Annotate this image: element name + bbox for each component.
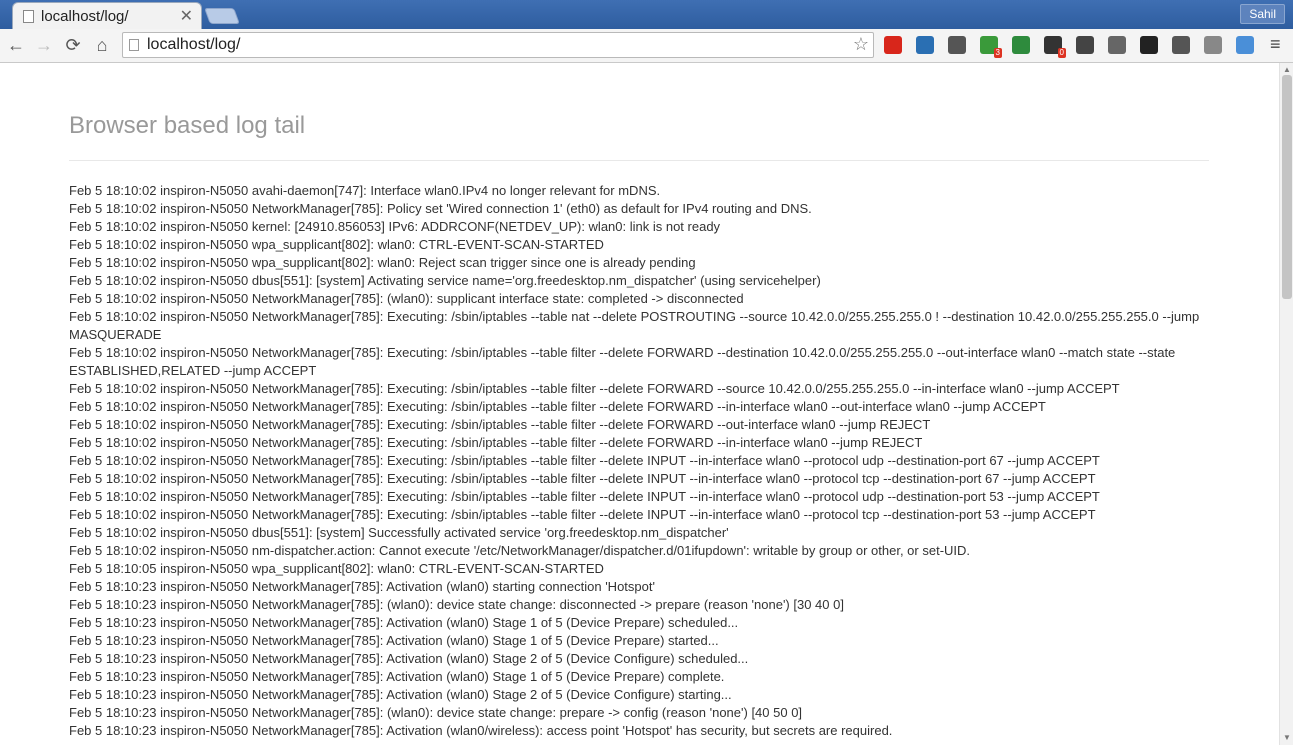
- reload-button[interactable]: ⟳: [63, 35, 83, 55]
- log-line: Feb 5 18:10:02 inspiron-N5050 NetworkMan…: [69, 345, 1179, 378]
- log-line: Feb 5 18:10:23 inspiron-N5050 NetworkMan…: [69, 669, 725, 684]
- log-line: Feb 5 18:10:23 inspiron-N5050 NetworkMan…: [69, 687, 732, 702]
- scrollbar-thumb[interactable]: [1282, 75, 1292, 299]
- green-ext-icon[interactable]: 3: [980, 36, 1002, 58]
- vertical-scrollbar[interactable]: ▲ ▼: [1279, 63, 1293, 745]
- log-line: Feb 5 18:10:02 inspiron-N5050 NetworkMan…: [69, 399, 1046, 414]
- scroll-up-icon[interactable]: ▲: [1282, 65, 1292, 75]
- log-line: Feb 5 18:10:23 inspiron-N5050 NetworkMan…: [69, 705, 803, 720]
- log-line: Feb 5 18:10:23 inspiron-N5050 NetworkMan…: [69, 723, 893, 738]
- log-line: Feb 5 18:10:02 inspiron-N5050 avahi-daem…: [69, 183, 661, 198]
- screencast-icon[interactable]: 0: [1044, 36, 1066, 58]
- extension-badge: 3: [993, 48, 1002, 58]
- divider: [69, 160, 1209, 161]
- log-line: Feb 5 18:10:02 inspiron-N5050 NetworkMan…: [69, 309, 1203, 342]
- log-line: Feb 5 18:10:23 inspiron-N5050 NetworkMan…: [69, 615, 739, 630]
- page-icon: [129, 39, 139, 51]
- tag-icon[interactable]: [1172, 36, 1190, 54]
- amazon-icon[interactable]: [916, 36, 934, 54]
- forward-button[interactable]: →: [34, 35, 54, 55]
- pocket-icon[interactable]: [948, 36, 966, 54]
- page-favicon-icon: [23, 10, 34, 23]
- log-line: Feb 5 18:10:02 inspiron-N5050 NetworkMan…: [69, 291, 744, 306]
- browser-toolbar: ← → ⟳ ⌂ localhost/log/ ☆ 3 0 ≡: [0, 29, 1293, 63]
- log-line: Feb 5 18:10:02 inspiron-N5050 NetworkMan…: [69, 381, 1120, 396]
- tab-title: localhost/log/: [41, 8, 129, 25]
- log-line: Feb 5 18:10:02 inspiron-N5050 nm-dispatc…: [69, 543, 971, 558]
- extension-badge: 0: [1057, 48, 1066, 58]
- log-line: Feb 5 18:10:23 inspiron-N5050 NetworkMan…: [69, 597, 844, 612]
- speaker-icon[interactable]: [1108, 36, 1126, 54]
- log-line: Feb 5 18:10:02 inspiron-N5050 wpa_suppli…: [69, 255, 696, 270]
- log-line: Feb 5 18:10:02 inspiron-N5050 NetworkMan…: [69, 471, 1096, 486]
- log-line: Feb 5 18:10:05 inspiron-N5050 wpa_suppli…: [69, 561, 604, 576]
- page-content: Browser based log tail Feb 5 18:10:02 in…: [0, 63, 1279, 745]
- scroll-down-icon[interactable]: ▼: [1282, 733, 1292, 743]
- clock-icon[interactable]: [1204, 36, 1222, 54]
- home-button[interactable]: ⌂: [92, 35, 112, 55]
- bookmark-star-icon[interactable]: ☆: [853, 34, 869, 55]
- share-icon[interactable]: [1012, 36, 1030, 54]
- address-url[interactable]: localhost/log/: [147, 36, 240, 54]
- log-line: Feb 5 18:10:23 inspiron-N5050 NetworkMan…: [69, 633, 719, 648]
- menu-icon[interactable]: ≡: [1270, 34, 1281, 55]
- new-tab-button[interactable]: [204, 8, 240, 24]
- back-button[interactable]: ←: [6, 35, 26, 55]
- log-line: Feb 5 18:10:02 inspiron-N5050 wpa_suppli…: [69, 237, 604, 252]
- log-line: Feb 5 18:10:23 inspiron-N5050 NetworkMan…: [69, 579, 655, 594]
- film-icon[interactable]: [1076, 36, 1094, 54]
- log-line: Feb 5 18:10:02 inspiron-N5050 NetworkMan…: [69, 435, 923, 450]
- log-line: Feb 5 18:10:02 inspiron-N5050 NetworkMan…: [69, 489, 1100, 504]
- log-output: Feb 5 18:10:02 inspiron-N5050 avahi-daem…: [69, 182, 1209, 740]
- close-tab-icon[interactable]: ✕: [180, 6, 193, 26]
- profile-button[interactable]: Sahil: [1240, 4, 1285, 24]
- log-line: Feb 5 18:10:02 inspiron-N5050 dbus[551]:…: [69, 273, 821, 288]
- log-line: Feb 5 18:10:02 inspiron-N5050 dbus[551]:…: [69, 525, 729, 540]
- person-icon[interactable]: [1236, 36, 1254, 54]
- address-bar[interactable]: localhost/log/ ☆: [122, 32, 874, 58]
- tab-localhost-log[interactable]: localhost/log/ ✕: [12, 2, 202, 29]
- log-line: Feb 5 18:10:02 inspiron-N5050 NetworkMan…: [69, 417, 931, 432]
- log-line: Feb 5 18:10:02 inspiron-N5050 NetworkMan…: [69, 453, 1100, 468]
- log-line: Feb 5 18:10:02 inspiron-N5050 kernel: [2…: [69, 219, 721, 234]
- page-title: Browser based log tail: [69, 112, 306, 139]
- log-line: Feb 5 18:10:02 inspiron-N5050 NetworkMan…: [69, 201, 812, 216]
- adblock-icon[interactable]: [884, 36, 902, 54]
- log-line: Feb 5 18:10:02 inspiron-N5050 NetworkMan…: [69, 507, 1096, 522]
- spy-icon[interactable]: [1140, 36, 1158, 54]
- log-line: Feb 5 18:10:23 inspiron-N5050 NetworkMan…: [69, 651, 749, 666]
- tab-strip: localhost/log/ ✕ Sahil: [0, 0, 1293, 29]
